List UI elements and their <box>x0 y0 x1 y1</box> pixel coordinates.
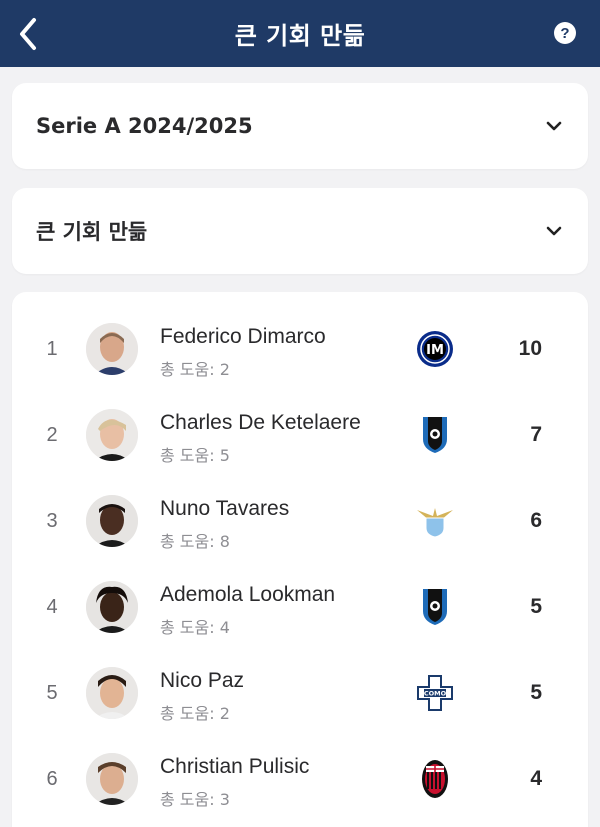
chevron-down-icon <box>546 121 562 131</box>
chevron-down-icon <box>546 226 562 236</box>
back-button[interactable] <box>10 14 46 54</box>
big-chances-value: 6 <box>530 509 542 532</box>
player-name: Christian Pulisic <box>160 755 310 778</box>
big-chances-value: 7 <box>530 423 542 446</box>
player-name: Nuno Tavares <box>160 497 290 520</box>
player-row[interactable]: 4 Ademola Lookman 총 도움: 4 5 <box>12 564 588 650</box>
big-chances-value: 10 <box>518 337 542 360</box>
big-chances-value: 4 <box>530 767 542 790</box>
player-ranking-list: 1 Federico Dimarco 총 도움: 2 IM 10 2 Charl… <box>12 292 588 827</box>
player-row[interactable]: 3 Nuno Tavares 총 도움: 8 6 <box>12 478 588 564</box>
svg-text:COMO: COMO <box>424 690 447 698</box>
player-assists: 총 도움: 2 <box>160 360 230 379</box>
top-app-bar: 큰 기회 만듦 ? <box>0 0 600 67</box>
lazio-crest-icon <box>415 501 455 541</box>
rank-number: 3 <box>46 509 58 532</box>
atalanta-crest-icon <box>415 415 455 455</box>
player-avatar <box>86 753 138 805</box>
season-dropdown[interactable]: Serie A 2024/2025 <box>12 83 588 169</box>
season-label: Serie A 2024/2025 <box>36 114 253 138</box>
player-assists: 총 도움: 5 <box>160 446 230 465</box>
chevron-left-icon <box>20 18 36 50</box>
milan-crest-icon <box>415 759 455 799</box>
player-row[interactable]: 1 Federico Dimarco 총 도움: 2 IM 10 <box>12 306 588 392</box>
stat-dropdown[interactable]: 큰 기회 만듦 <box>12 188 588 274</box>
atalanta-crest-icon <box>415 587 455 627</box>
stat-label: 큰 기회 만듦 <box>36 220 148 244</box>
player-name: Nico Paz <box>160 669 245 692</box>
player-assists: 총 도움: 3 <box>160 790 230 809</box>
player-avatar <box>86 495 138 547</box>
rank-number: 1 <box>46 337 58 360</box>
big-chances-value: 5 <box>530 681 542 704</box>
player-avatar <box>86 409 138 461</box>
rank-number: 2 <box>46 423 58 446</box>
player-avatar <box>86 667 138 719</box>
rank-number: 6 <box>46 767 58 790</box>
big-chances-value: 5 <box>530 595 542 618</box>
player-assists: 총 도움: 2 <box>160 704 230 723</box>
page-title: 큰 기회 만듦 <box>234 22 366 50</box>
help-button[interactable]: ? <box>554 22 576 44</box>
player-avatar <box>86 323 138 375</box>
player-assists: 총 도움: 4 <box>160 618 230 637</box>
como-crest-icon: COMO <box>415 673 455 713</box>
player-avatar <box>86 581 138 633</box>
rank-number: 5 <box>46 681 58 704</box>
svg-text:IM: IM <box>426 343 444 358</box>
player-name: Ademola Lookman <box>160 583 336 606</box>
help-circle-icon: ? <box>560 24 570 42</box>
player-row[interactable]: 5 Nico Paz 총 도움: 2 COMO 5 <box>12 650 588 736</box>
player-row[interactable]: 2 Charles De Ketelaere 총 도움: 5 7 <box>12 392 588 478</box>
player-assists: 총 도움: 8 <box>160 532 230 551</box>
inter-crest-icon: IM <box>415 329 455 369</box>
player-row[interactable]: 6 Christian Pulisic 총 도움: 3 4 <box>12 736 588 822</box>
player-name: Charles De Ketelaere <box>160 411 361 434</box>
rank-number: 4 <box>46 595 58 618</box>
player-name: Federico Dimarco <box>160 325 326 348</box>
